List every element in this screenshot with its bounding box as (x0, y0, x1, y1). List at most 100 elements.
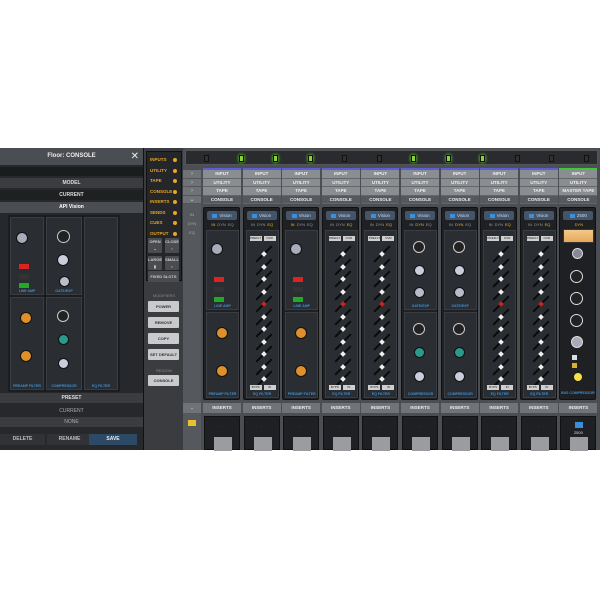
plugin-name-button[interactable]: Vision (286, 211, 317, 220)
threshold-knob[interactable] (57, 230, 70, 243)
insert-slot[interactable]: 2500 (560, 416, 597, 451)
slot-input[interactable]: INPUT (519, 170, 558, 179)
mode-dyn[interactable]: DYN (376, 222, 384, 227)
eq-top-button[interactable]: PREFLT (249, 236, 262, 241)
close-icon[interactable]: ✕ (131, 148, 139, 165)
insert-slot[interactable]: · (243, 416, 280, 451)
mode-eq[interactable]: EQ (386, 222, 392, 227)
large-button[interactable]: LARGE ▮ (148, 256, 162, 270)
slot-utility[interactable]: UTILITY (203, 178, 241, 187)
slot-console[interactable]: CONSOLE (559, 195, 598, 204)
plugin-name-button[interactable]: Vision (523, 211, 554, 220)
slot-tape[interactable]: TAPE (242, 187, 281, 196)
slot-utility[interactable]: UTILITY (559, 178, 598, 187)
slot-input[interactable]: INPUT (361, 170, 400, 179)
rename-button[interactable]: RENAME (47, 434, 92, 445)
slot-console[interactable]: CONSOLE (361, 195, 400, 204)
toggle-button[interactable] (572, 355, 578, 360)
slot-console[interactable]: CONSOLE (440, 195, 479, 204)
threshold-knob[interactable] (452, 241, 465, 253)
insert-slot[interactable]: · (362, 416, 399, 451)
compressor-knob[interactable] (572, 248, 584, 259)
mode-eq[interactable]: EQ (228, 222, 234, 227)
mode-dyn[interactable]: DYN (217, 222, 225, 227)
slot-console[interactable]: CONSOLE (321, 195, 360, 204)
eq-top-button[interactable]: OVR (263, 236, 276, 241)
plugin-name-button[interactable]: Vision (246, 211, 277, 220)
mode-eq[interactable]: EQ (267, 222, 273, 227)
threshold-knob[interactable] (413, 241, 425, 253)
mode-in[interactable]: IN (251, 222, 255, 227)
slot-console[interactable]: CONSOLE (480, 195, 519, 204)
eq-bottom-button[interactable]: BYPS (328, 385, 341, 390)
eq-top-button[interactable]: OVR (540, 236, 553, 241)
slot-input[interactable]: INPUT (440, 170, 479, 179)
insert-slot[interactable]: · (520, 416, 557, 451)
delete-button[interactable]: DELETE (0, 434, 45, 445)
set-default-button[interactable]: SET DEFAULT (148, 349, 179, 360)
category-sends[interactable]: SENDS (147, 208, 180, 218)
insert-slot[interactable]: · (283, 416, 320, 451)
mode-in[interactable]: IN (211, 222, 215, 227)
slot-console[interactable]: CONSOLE (519, 195, 558, 204)
insert-slot[interactable]: · (402, 416, 438, 451)
slot-tape[interactable]: TAPE (321, 187, 360, 196)
mode-in[interactable]: IN (409, 222, 413, 227)
chevron-down-icon[interactable]: ⌄ (183, 195, 201, 204)
lowpass-knob[interactable] (20, 312, 32, 324)
slot-tape[interactable]: TAPE (401, 187, 439, 196)
slot-console[interactable]: CONSOLE (242, 195, 281, 204)
release-knob[interactable] (58, 358, 69, 369)
plugin-name-button[interactable]: Vision (325, 211, 356, 220)
mode-in[interactable]: IN (370, 222, 374, 227)
category-console[interactable]: CONSOLE (147, 187, 180, 197)
mode-in[interactable]: IN (449, 222, 453, 227)
mode-eq[interactable]: EQ (347, 222, 353, 227)
mode-eq[interactable]: EQ (545, 222, 551, 227)
ratio-knob[interactable] (414, 347, 425, 358)
phase-button[interactable] (19, 274, 29, 279)
plugin-name-button[interactable]: Vision (207, 211, 237, 220)
category-tape[interactable]: TAPE (147, 176, 180, 186)
release-knob[interactable] (414, 371, 425, 382)
eq-top-button[interactable]: OVR (501, 236, 514, 241)
category-inserts[interactable]: INSERTS (147, 197, 180, 207)
eq-bottom-button[interactable]: IN (342, 385, 355, 390)
insert-slot[interactable]: · (322, 416, 359, 451)
compressor-knob[interactable] (571, 336, 584, 348)
gain-knob[interactable] (16, 232, 28, 244)
eq-top-button[interactable]: PREFLT (368, 236, 381, 241)
eq-bottom-button[interactable]: BYPS (368, 385, 381, 390)
category-output[interactable]: OUTPUT (147, 229, 180, 239)
slot-tape[interactable]: TAPE (203, 187, 241, 196)
mode-switch[interactable]: IN DYN EQ (246, 222, 279, 227)
lowpass-knob[interactable] (295, 327, 308, 339)
chevron-right-icon[interactable]: › (183, 178, 201, 187)
slot-tape[interactable]: TAPE (440, 187, 479, 196)
mode-switch[interactable]: IN DYN EQ (523, 222, 556, 227)
gain-knob[interactable] (211, 243, 223, 255)
mode-switch[interactable]: IN DYN EQ (364, 222, 397, 227)
ratio-knob[interactable] (58, 334, 69, 345)
close-button[interactable]: CLOSE › (165, 238, 179, 253)
green-button[interactable] (214, 297, 224, 302)
release-knob[interactable] (453, 371, 465, 382)
mode-dyn[interactable]: DYN (534, 222, 542, 227)
mode-switch[interactable]: IN DYN EQ (206, 222, 239, 227)
mode-eq[interactable]: EQ (426, 222, 432, 227)
compressor-knob[interactable] (570, 270, 584, 283)
model-select[interactable]: API Vision (0, 202, 143, 213)
threshold-knob[interactable] (57, 310, 69, 322)
mode-dyn[interactable]: DYN (336, 222, 344, 227)
highpass-knob[interactable] (216, 365, 228, 377)
eq-bottom-button[interactable]: IN (501, 385, 514, 390)
chevron-down-icon[interactable]: ⌄ (183, 403, 201, 413)
release-knob[interactable] (414, 287, 425, 298)
slot-console[interactable]: CONSOLE (282, 195, 321, 204)
mode-eq[interactable]: EQ (505, 222, 511, 227)
save-button[interactable]: SAVE (89, 434, 137, 445)
slot-input[interactable]: INPUT (282, 170, 321, 179)
eq-top-button[interactable]: OVR (342, 236, 355, 241)
slot-utility[interactable]: UTILITY (242, 178, 281, 187)
threshold-knob[interactable] (452, 323, 465, 335)
